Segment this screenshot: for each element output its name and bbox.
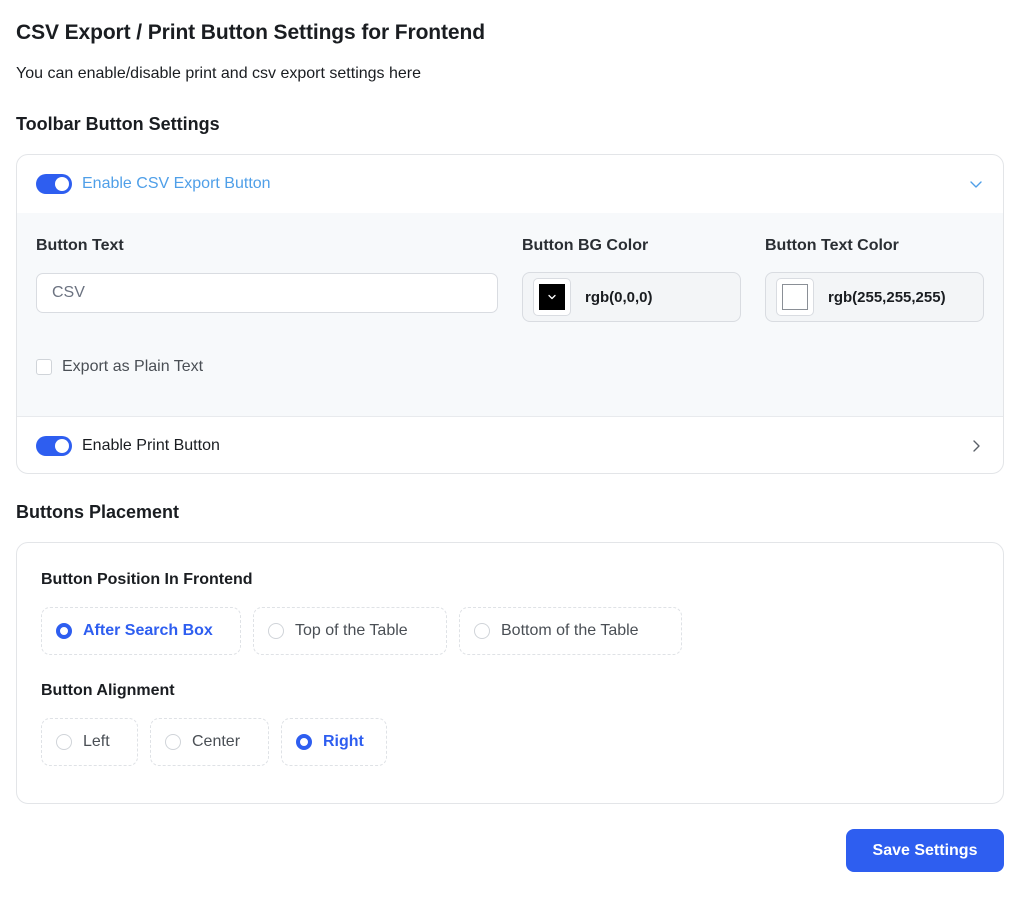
position-option-top-of-table[interactable]: Top of the Table — [253, 607, 447, 655]
alignment-option-center[interactable]: Center — [150, 718, 269, 766]
text-color-swatch-frame[interactable] — [776, 278, 814, 316]
radio-checked-icon[interactable] — [296, 734, 312, 750]
placement-settings-card: Button Position In Frontend After Search… — [16, 542, 1004, 804]
radio-unchecked-icon[interactable] — [474, 623, 490, 639]
csv-export-accordion-header[interactable]: Enable CSV Export Button — [17, 155, 1003, 213]
radio-checked-icon[interactable] — [56, 623, 72, 639]
button-text-input[interactable]: CSV — [36, 273, 498, 313]
csv-export-toggle[interactable] — [36, 174, 72, 194]
button-text-color-label: Button Text Color — [765, 237, 899, 254]
alignment-option-left[interactable]: Left — [41, 718, 138, 766]
button-text-label: Button Text — [36, 237, 124, 254]
button-alignment-label: Button Alignment — [41, 682, 175, 699]
radio-unchecked-icon[interactable] — [165, 734, 181, 750]
placement-section-title: Buttons Placement — [16, 502, 180, 522]
csv-export-label[interactable]: Enable CSV Export Button — [82, 175, 271, 193]
button-bg-color-label: Button BG Color — [522, 237, 649, 254]
radio-unchecked-icon[interactable] — [268, 623, 284, 639]
button-position-label: Button Position In Frontend — [41, 571, 253, 588]
export-plain-text-label[interactable]: Export as Plain Text — [62, 358, 203, 376]
csv-export-settings-panel: Button Text CSV Button BG Color rgb(0,0,… — [17, 213, 1003, 416]
position-option-after-search-box[interactable]: After Search Box — [41, 607, 241, 655]
save-settings-button[interactable]: Save Settings — [846, 829, 1004, 872]
toolbar-settings-card: Enable CSV Export Button Button Text CSV… — [16, 154, 1004, 474]
chevron-right-icon[interactable] — [969, 439, 983, 453]
bg-color-swatch-frame[interactable] — [533, 278, 571, 316]
print-toggle[interactable] — [36, 435, 72, 456]
toolbar-section-title: Toolbar Button Settings — [16, 114, 220, 134]
alignment-option-label[interactable]: Left — [83, 733, 110, 751]
alignment-option-right[interactable]: Right — [281, 718, 387, 766]
print-accordion-header[interactable]: Enable Print Button — [17, 416, 1003, 473]
alignment-option-label[interactable]: Right — [323, 733, 364, 751]
export-plain-text-option[interactable]: Export as Plain Text — [36, 358, 203, 376]
radio-unchecked-icon[interactable] — [56, 734, 72, 750]
position-option-label[interactable]: Bottom of the Table — [501, 622, 639, 640]
toggle-knob — [55, 438, 69, 453]
text-color-value: rgb(255,255,255) — [828, 288, 946, 306]
bg-color-swatch[interactable] — [539, 284, 565, 310]
alignment-option-label[interactable]: Center — [192, 733, 240, 751]
toggle-knob — [55, 177, 69, 191]
chevron-down-icon — [548, 294, 556, 300]
position-option-label[interactable]: After Search Box — [83, 622, 213, 640]
button-bg-color-picker[interactable]: rgb(0,0,0) — [522, 272, 741, 322]
position-option-bottom-of-table[interactable]: Bottom of the Table — [459, 607, 682, 655]
position-option-label[interactable]: Top of the Table — [295, 622, 408, 640]
page-title: CSV Export / Print Button Settings for F… — [16, 21, 485, 44]
text-color-swatch[interactable] — [782, 284, 808, 310]
button-text-color-picker[interactable]: rgb(255,255,255) — [765, 272, 984, 322]
print-label[interactable]: Enable Print Button — [82, 437, 220, 455]
export-plain-text-checkbox[interactable] — [36, 359, 52, 375]
page-subtitle: You can enable/disable print and csv exp… — [16, 65, 422, 82]
chevron-down-icon[interactable] — [969, 177, 983, 191]
bg-color-value: rgb(0,0,0) — [585, 288, 653, 306]
